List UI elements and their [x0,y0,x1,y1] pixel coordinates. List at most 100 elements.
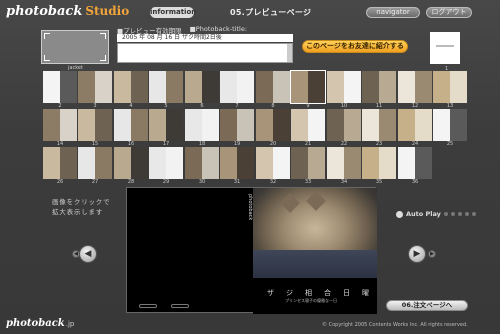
order-page-button[interactable]: 06.注文ページへ [386,300,468,311]
last-page-button[interactable]: ▶ [428,250,436,258]
page-thumbnail[interactable] [78,147,112,179]
caption-char: ザ [267,289,274,297]
thumbnail-left-page [362,71,379,103]
thumbnail-left-page [433,71,450,103]
page-thumbnail[interactable] [291,109,325,141]
thumbnail-number: 30 [198,179,206,185]
thumbnail-right-page [344,71,361,103]
page-thumbnail[interactable] [43,147,77,179]
speed-dot[interactable] [464,212,469,216]
play-icon[interactable] [396,210,403,218]
speed-dot[interactable] [450,212,455,216]
thumbnail-left-page [43,71,60,103]
page-thumbnail[interactable] [185,71,219,103]
thumbnail-right-page [308,71,325,103]
page-thumbnail[interactable] [256,147,290,179]
footer-logo[interactable]: photoback .jp [6,318,74,329]
page-thumbnail[interactable] [185,109,219,141]
page-thumbnail[interactable] [256,71,290,103]
thumbnail-right-page [415,71,432,103]
page-thumbnail[interactable] [149,71,183,103]
page-thumbnail[interactable] [398,147,432,179]
jacket-thumbnail[interactable] [41,30,109,64]
photo-subcaption: プリンセス寝子の優雅な一日 [285,298,337,303]
thumbnail-left-page [291,71,308,103]
click-to-enlarge-hint: 画像をクリックで 拡大表示します [52,198,111,216]
page-thumbnail[interactable] [43,71,77,103]
thumbnail-left-page [149,147,166,179]
thumbnail-left-page [256,71,273,103]
thumbnail-right-page [308,109,325,141]
thumbnail-left-page [291,109,308,141]
page-thumbnail[interactable] [220,109,254,141]
page-thumbnail[interactable] [291,147,325,179]
thumbnail-right-page [379,109,396,141]
thumbnail-left-page [220,147,237,179]
page-thumbnail[interactable] [149,109,183,141]
page-thumbnail[interactable] [114,109,148,141]
book-viewer[interactable]: photoback ザ ジ 相 合 日 曜 プリンセス寝子の優雅な一日 [126,187,377,314]
thumbnail-right-page [379,147,396,179]
page-thumbnail[interactable] [149,147,183,179]
page-thumbnail[interactable] [398,109,432,141]
blanket-shape [253,250,377,278]
thumbnail-left-page [185,71,202,103]
thumbnail-left-page [327,147,344,179]
page-thumbnail[interactable] [433,109,467,141]
photo-caption: ザ ジ 相 合 日 曜 [267,288,369,298]
thumbnail-left-page [398,71,415,103]
speed-dot[interactable] [443,212,448,216]
logo-photoback: photoback [6,4,83,19]
thumbnail-number: 35 [375,179,383,185]
thumbnail-number: 34 [340,179,348,185]
page-thumbnail[interactable] [433,71,467,103]
thumbnail-right-page [131,71,148,103]
thumbnail-left-page [398,109,415,141]
title-textarea[interactable] [117,43,293,63]
thumbnail-right-page [415,147,432,179]
textarea-scrollbar[interactable] [287,44,292,62]
logout-button[interactable]: ログアウト [426,7,472,18]
page-thumbnail[interactable] [78,71,112,103]
viewer-right-page[interactable]: ザ ジ 相 合 日 曜 プリンセス寝子の優雅な一日 [253,188,377,314]
page-thumbnail[interactable] [327,147,361,179]
page-thumbnail[interactable] [78,109,112,141]
information-button[interactable]: information [150,7,196,18]
page-thumbnail[interactable] [114,147,148,179]
speed-dot[interactable] [471,212,476,216]
page-title: 05.プレビューページ [230,8,312,17]
page-thumbnail[interactable] [398,71,432,103]
thumbnail-right-page [415,109,432,141]
page-thumbnail[interactable] [362,71,396,103]
page-thumbnail[interactable] [220,147,254,179]
page-thumbnail[interactable] [256,109,290,141]
cat-photo[interactable] [253,188,377,278]
thumbnail-right-page [166,71,183,103]
page-thumbnail[interactable] [362,109,396,141]
viewer-left-page[interactable]: photoback [127,188,253,312]
page-thumbnail[interactable] [185,147,219,179]
copyright-text: © Copyright 2005 Contents Works Inc. All… [322,322,468,328]
page-thumbnail-1[interactable] [430,32,460,64]
thumbnail-number: 28 [127,179,135,185]
page-thumbnail[interactable] [43,109,77,141]
page-thumbnail[interactable] [114,71,148,103]
introduce-to-friend-button[interactable]: このページをお友達に紹介する [302,40,408,53]
page-thumbnail[interactable] [362,147,396,179]
thumbnail-left-page [43,109,60,141]
thumbnail-left-page [78,71,95,103]
thumbnail-right-page [166,109,183,141]
navigator-button[interactable]: navigator [366,7,420,18]
previous-page-button[interactable]: ◀ [79,245,97,263]
page-thumbnail[interactable] [220,71,254,103]
auto-play-control[interactable]: Auto Play [396,210,476,218]
page-thumbnail[interactable] [327,109,361,141]
page-indicator [171,304,189,308]
next-page-button[interactable]: ▶ [408,245,426,263]
page-thumbnail[interactable] [327,71,361,103]
thumbnail-left-page [398,147,415,179]
page-thumbnail[interactable] [290,70,326,104]
thumbnail-number: 25 [446,141,454,147]
speed-dot[interactable] [457,212,462,216]
thumbnail-right-page [450,109,467,141]
